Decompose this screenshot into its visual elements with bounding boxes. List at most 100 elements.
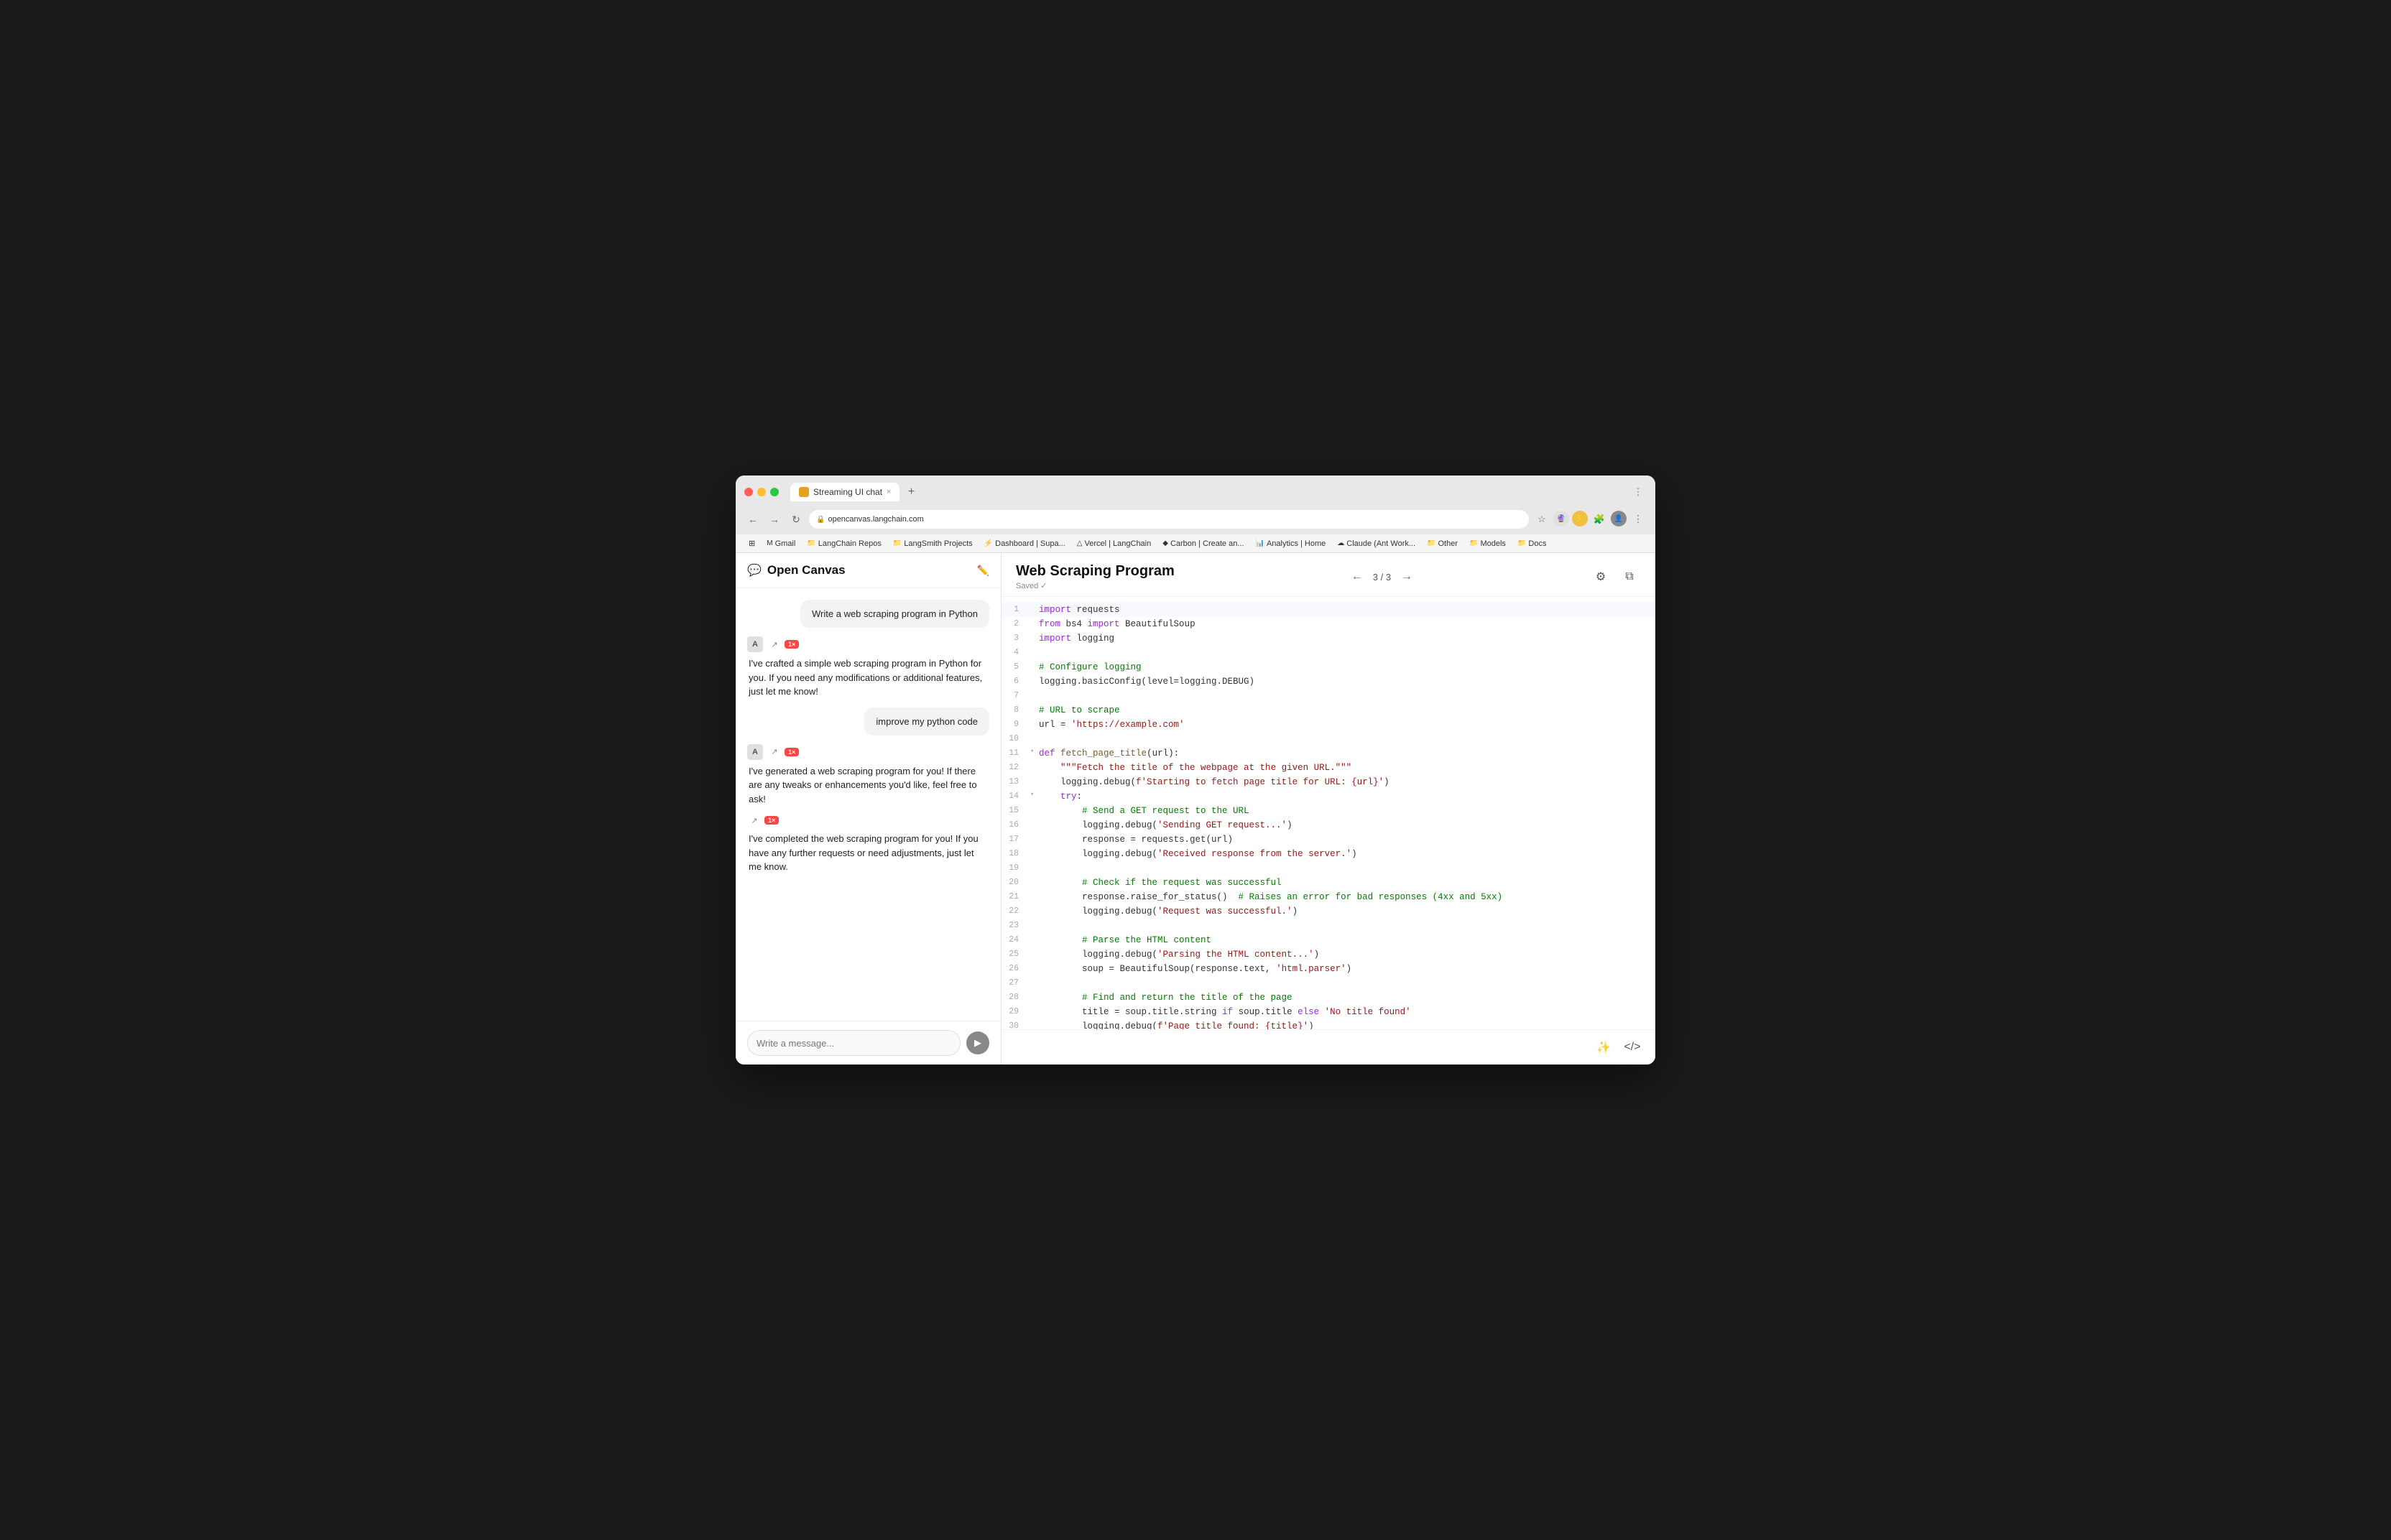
settings-button[interactable]: ⚙	[1589, 565, 1612, 588]
address-bar[interactable]: 🔒 opencanvas.langchain.com	[809, 510, 1529, 529]
line-code-21: response.raise_for_status() # Raises an …	[1039, 890, 1655, 904]
chat-messages: Write a web scraping program in Python A…	[736, 588, 1001, 1021]
bookmark-gmail[interactable]: M Gmail	[762, 538, 800, 549]
saved-text: Saved	[1016, 582, 1038, 590]
badge-2: 1×	[785, 748, 799, 756]
code-prev-button[interactable]: ←	[1347, 567, 1367, 587]
extensions-icon[interactable]: 🧩	[1591, 511, 1608, 528]
url-text: opencanvas.langchain.com	[828, 515, 923, 524]
assistant-message-1: A ↗ 1× I've crafted a simple web scrapin…	[747, 636, 989, 699]
line-code-18: logging.debug('Received response from th…	[1039, 847, 1655, 861]
bookmark-other[interactable]: 📁 Other	[1423, 538, 1462, 549]
code-line-24: 24 # Parse the HTML content	[1002, 933, 1655, 947]
code-line-22: 22 logging.debug('Request was successful…	[1002, 904, 1655, 919]
bookmark-apps[interactable]: ⊞	[744, 537, 759, 549]
bookmark-vercel[interactable]: △ Vercel | LangChain	[1073, 538, 1155, 549]
code-next-button[interactable]: →	[1397, 567, 1417, 587]
forward-button[interactable]: →	[766, 511, 783, 528]
active-tab[interactable]: Streaming UI chat ×	[790, 483, 899, 501]
line-code-26: soup = BeautifulSoup(response.text, 'htm…	[1039, 962, 1655, 976]
bookmark-gmail-label: Gmail	[775, 539, 796, 548]
line-code-3: import logging	[1039, 631, 1655, 646]
line-num-27: 27	[1002, 976, 1030, 990]
chat-input-area: ▶	[736, 1021, 1001, 1064]
line-code-4	[1039, 646, 1655, 660]
tab-label: Streaming UI chat	[813, 487, 882, 497]
code-header-right: ⚙ ⧉	[1589, 565, 1641, 588]
back-button[interactable]: ←	[744, 511, 762, 528]
chat-input[interactable]	[747, 1030, 961, 1056]
line-code-15: # Send a GET request to the URL	[1039, 804, 1655, 818]
bookmark-analytics-label: Analytics | Home	[1267, 539, 1326, 548]
line-num-12: 12	[1002, 761, 1030, 774]
maximize-window-button[interactable]	[770, 488, 779, 496]
docs-folder-icon: 📁	[1517, 539, 1526, 547]
more-options-button[interactable]: ⋮	[1629, 483, 1647, 501]
profile-icon[interactable]: 👤	[1611, 511, 1627, 527]
bookmark-star-icon[interactable]: ☆	[1533, 511, 1550, 528]
extension-icon-1[interactable]: 🔮	[1553, 511, 1569, 527]
send-button[interactable]: ▶	[966, 1031, 989, 1054]
line-num-3: 3	[1002, 631, 1030, 645]
magic-wand-button[interactable]: ✨	[1592, 1036, 1615, 1059]
bookmark-models[interactable]: 📁 Models	[1465, 538, 1510, 549]
bookmark-claude-label: Claude (Ant Work...	[1346, 539, 1415, 548]
line-code-25: logging.debug('Parsing the HTML content.…	[1039, 947, 1655, 962]
code-line-9: 9 url = 'https://example.com'	[1002, 718, 1655, 732]
line-num-10: 10	[1002, 732, 1030, 746]
send-icon: ▶	[974, 1037, 981, 1049]
security-icon: 🔒	[816, 516, 825, 524]
line-code-9: url = 'https://example.com'	[1039, 718, 1655, 732]
line-code-24: # Parse the HTML content	[1039, 933, 1655, 947]
code-line-28: 28 # Find and return the title of the pa…	[1002, 991, 1655, 1005]
code-line-4: 4	[1002, 646, 1655, 660]
code-line-26: 26 soup = BeautifulSoup(response.text, '…	[1002, 962, 1655, 976]
bookmark-other-label: Other	[1438, 539, 1458, 548]
browser-menu-button[interactable]: ⋮	[1629, 511, 1647, 528]
share-icon-1[interactable]: ↗	[767, 637, 782, 651]
bookmark-analytics[interactable]: 📊 Analytics | Home	[1251, 538, 1330, 549]
line-code-6: logging.basicConfig(level=logging.DEBUG)	[1039, 674, 1655, 689]
bookmark-langchain-repos[interactable]: 📁 LangChain Repos	[803, 538, 886, 549]
minimize-window-button[interactable]	[757, 488, 766, 496]
bookmark-docs[interactable]: 📁 Docs	[1513, 538, 1551, 549]
bookmark-models-label: Models	[1480, 539, 1505, 548]
share-icon-2[interactable]: ↗	[767, 745, 782, 759]
bookmark-carbon[interactable]: ◆ Carbon | Create an...	[1158, 538, 1248, 549]
line-code-1: import requests	[1039, 603, 1655, 617]
bookmark-claude[interactable]: ☁ Claude (Ant Work...	[1333, 538, 1420, 549]
sub-share-icon[interactable]: ↗	[747, 813, 762, 827]
line-code-30: logging.debug(f'Page title found: {title…	[1039, 1019, 1655, 1029]
bookmark-dashboard[interactable]: ⚡ Dashboard | Supa...	[980, 538, 1070, 549]
code-line-5: 5 # Configure logging	[1002, 660, 1655, 674]
code-line-20: 20 # Check if the request was successful	[1002, 876, 1655, 890]
copy-button[interactable]: ⧉	[1618, 565, 1641, 588]
line-num-21: 21	[1002, 890, 1030, 904]
user-message-1-text: Write a web scraping program in Python	[812, 608, 978, 619]
line-num-11: 11	[1002, 746, 1030, 760]
refresh-button[interactable]: ↻	[787, 511, 805, 528]
tab-close-button[interactable]: ×	[887, 488, 891, 496]
line-code-29: title = soup.title.string if soup.title …	[1039, 1005, 1655, 1019]
line-num-13: 13	[1002, 775, 1030, 789]
code-view-button[interactable]: </>	[1621, 1036, 1644, 1059]
line-num-2: 2	[1002, 617, 1030, 631]
line-num-7: 7	[1002, 689, 1030, 702]
line-num-18: 18	[1002, 847, 1030, 861]
line-code-22: logging.debug('Request was successful.')	[1039, 904, 1655, 919]
code-content[interactable]: 1 import requests 2 from bs4 import Beau…	[1002, 597, 1655, 1029]
chat-title: Open Canvas	[767, 563, 846, 578]
line-code-14: try:	[1039, 789, 1655, 804]
new-tab-button[interactable]: +	[902, 483, 920, 501]
chat-panel: 💬 Open Canvas ✏️ Write a web scraping pr…	[736, 553, 1002, 1064]
bookmark-langsmith[interactable]: 📁 LangSmith Projects	[889, 538, 977, 549]
code-line-23: 23	[1002, 919, 1655, 933]
nav-row: ← → ↻ 🔒 opencanvas.langchain.com ☆ 🔮 ⚡ 🧩…	[744, 507, 1647, 534]
code-panel: Web Scraping Program Saved ✓ ← 3 / 3 → ⚙…	[1002, 553, 1655, 1064]
bookmark-carbon-label: Carbon | Create an...	[1170, 539, 1244, 548]
code-line-30: 30 logging.debug(f'Page title found: {ti…	[1002, 1019, 1655, 1029]
close-window-button[interactable]	[744, 488, 753, 496]
edit-chat-button[interactable]: ✏️	[977, 565, 989, 577]
assistant-header-1: A ↗ 1×	[747, 636, 989, 652]
extension-icon-2[interactable]: ⚡	[1572, 511, 1588, 527]
